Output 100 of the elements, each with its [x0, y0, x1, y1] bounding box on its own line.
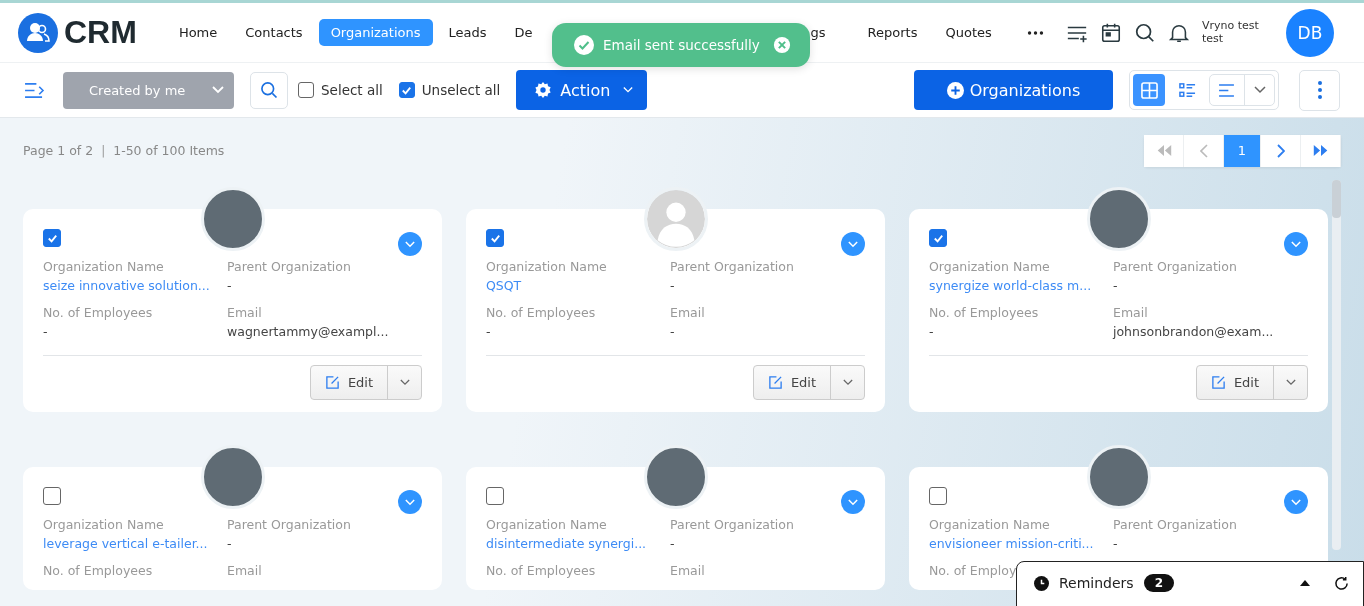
- checkbox[interactable]: [929, 229, 947, 247]
- checkbox[interactable]: [298, 82, 314, 98]
- search-icon[interactable]: [1134, 21, 1156, 44]
- expand-button[interactable]: [841, 490, 865, 514]
- field-label: Organization Name: [43, 517, 165, 532]
- grid-icon: [1140, 81, 1158, 99]
- check-circle-icon: [574, 35, 594, 55]
- sort-dropdown[interactable]: [1209, 74, 1275, 106]
- gear-icon: [534, 81, 553, 99]
- expand-button[interactable]: [1284, 232, 1308, 256]
- scrollbar[interactable]: [1332, 180, 1341, 550]
- chevron-down-icon: [1291, 240, 1301, 248]
- chevron-down-icon: [399, 379, 410, 386]
- organization-name-link[interactable]: leverage vertical e-tailer...: [43, 536, 227, 551]
- chevron-down-icon: [1254, 86, 1266, 94]
- field-label: Organization Name: [486, 259, 608, 274]
- add-organization-button[interactable]: Organizations: [914, 70, 1113, 110]
- field-label: Parent Organization: [227, 517, 352, 532]
- user-avatar[interactable]: DB: [1286, 8, 1334, 57]
- organization-name-link[interactable]: synergize world-class m...: [929, 278, 1113, 293]
- field-value: -: [486, 324, 492, 339]
- field-label: Email: [227, 563, 263, 578]
- chevron-down-icon: [623, 86, 634, 94]
- field-label: Parent Organization: [670, 517, 795, 532]
- align-left-icon: [1218, 83, 1235, 97]
- chevron-down-icon: [842, 379, 853, 386]
- close-icon[interactable]: [772, 36, 791, 54]
- page-number-button[interactable]: 1: [1224, 134, 1261, 167]
- more-options-button[interactable]: [1299, 69, 1340, 111]
- clock-icon: [1034, 575, 1049, 591]
- edit-icon: [767, 375, 783, 390]
- field-label: Parent Organization: [1113, 517, 1238, 532]
- kebab-icon: [1317, 81, 1322, 99]
- last-page-button[interactable]: [1301, 134, 1341, 167]
- caret-up-icon[interactable]: [1300, 580, 1310, 586]
- checkbox-label: Unselect all: [421, 82, 501, 98]
- more-icon[interactable]: [1027, 29, 1044, 36]
- calendar-icon[interactable]: [1100, 21, 1122, 44]
- nav-link[interactable]: Contacts: [233, 19, 315, 46]
- edit-icon: [1210, 375, 1226, 390]
- toast-message: Email sent successfully: [603, 37, 760, 53]
- edit-button[interactable]: Edit: [311, 366, 388, 399]
- field-value: wagnertammy@exampl...: [227, 324, 390, 339]
- nav-link[interactable]: Quotes: [933, 19, 1004, 46]
- field-value: -: [670, 536, 676, 551]
- plus-circle-icon: [946, 81, 964, 99]
- item-range: 1-50 of 100 Items: [113, 143, 225, 158]
- field-label: Organization Name: [486, 517, 608, 532]
- chevron-down-icon: [405, 240, 415, 248]
- chevron-down-icon: [848, 498, 858, 506]
- field-value: -: [670, 324, 676, 339]
- field-label: Organization Name: [43, 259, 165, 274]
- checkbox[interactable]: [929, 487, 947, 505]
- edit-button[interactable]: Edit: [1197, 366, 1274, 399]
- grid-view-button[interactable]: [1133, 74, 1165, 106]
- edit-button[interactable]: Edit: [754, 366, 831, 399]
- field-label: No. of Employees: [486, 563, 597, 578]
- organization-name-link[interactable]: disintermediate synergi...: [486, 536, 670, 551]
- expand-button[interactable]: [841, 232, 865, 256]
- next-page-button[interactable]: [1261, 134, 1301, 167]
- field-label: No. of Employees: [486, 305, 597, 320]
- checkbox[interactable]: [486, 229, 504, 247]
- expand-button[interactable]: [1284, 490, 1308, 514]
- organization-name-link[interactable]: envisioneer mission-criti...: [929, 536, 1113, 551]
- list-icon: [1178, 81, 1196, 99]
- nav-link[interactable]: De: [502, 19, 545, 46]
- field-label: No. of Employees: [43, 305, 154, 320]
- chevron-down-icon: [405, 498, 415, 506]
- expand-button[interactable]: [398, 490, 422, 514]
- nav-link[interactable]: Reports: [855, 19, 930, 46]
- nav-link[interactable]: Organizations: [318, 19, 433, 46]
- checkbox[interactable]: [43, 487, 61, 505]
- chevron-down-icon: [1285, 379, 1296, 386]
- checkbox[interactable]: [43, 229, 61, 247]
- chevron-left-icon: [1199, 143, 1208, 158]
- sidebar-toggle-icon[interactable]: [24, 81, 45, 99]
- separator: |: [101, 143, 106, 158]
- field-label: Email: [227, 305, 263, 320]
- search-icon: [259, 80, 279, 100]
- checkbox[interactable]: [486, 487, 504, 505]
- search-button[interactable]: [250, 71, 288, 109]
- expand-button[interactable]: [398, 232, 422, 256]
- nav-link[interactable]: Leads: [436, 19, 499, 46]
- nav-link[interactable]: Home: [166, 19, 230, 46]
- field-value: -: [227, 278, 233, 293]
- user-name: Vryno test test: [1202, 20, 1260, 45]
- field-label: No. of Employ: [929, 563, 1018, 578]
- organization-name-link[interactable]: seize innovative solution...: [43, 278, 227, 293]
- field-value: -: [670, 278, 676, 293]
- field-label: Email: [670, 563, 706, 578]
- organization-name-link[interactable]: QSQT: [486, 278, 670, 293]
- nav-link[interactable]: gs: [810, 19, 838, 46]
- action-button[interactable]: Action: [516, 70, 648, 110]
- refresh-icon[interactable]: [1334, 575, 1349, 591]
- page-summary: Page 1 of 2: [23, 143, 94, 158]
- logo-icon: [18, 12, 58, 53]
- field-label: Email: [670, 305, 706, 320]
- field-value: -: [227, 536, 233, 551]
- field-value: -: [1113, 536, 1119, 551]
- checkbox[interactable]: [398, 82, 415, 98]
